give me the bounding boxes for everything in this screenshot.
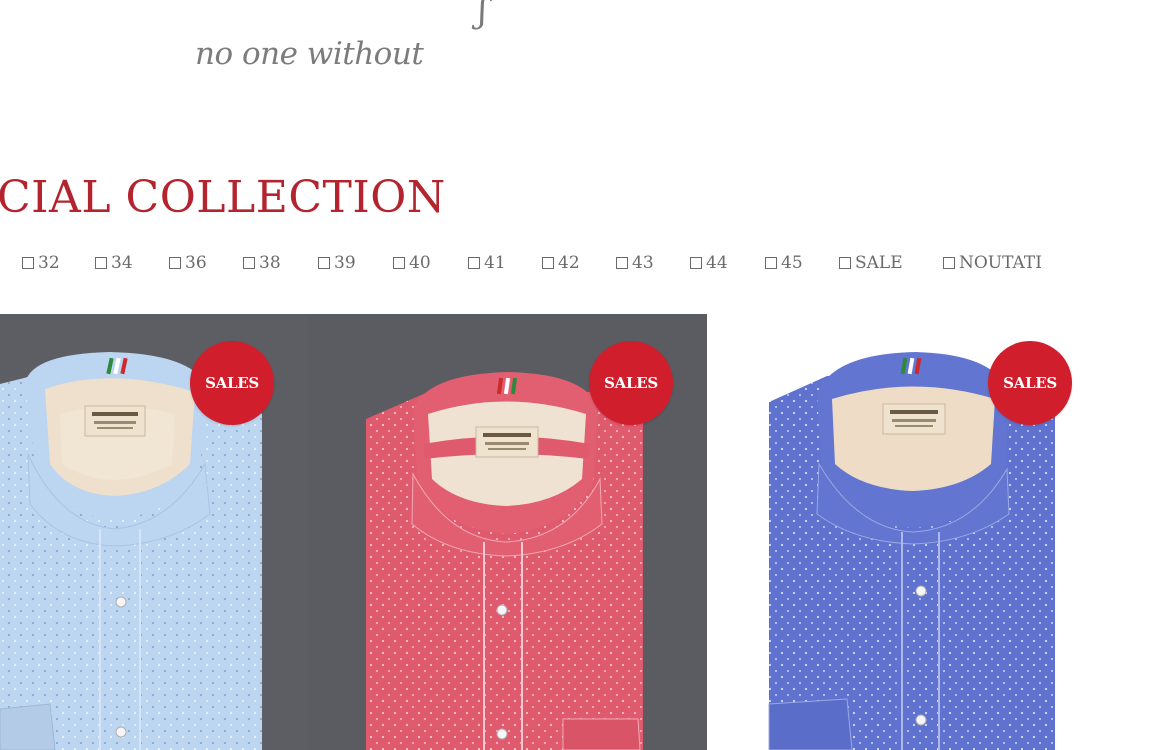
- checkbox[interactable]: [95, 257, 107, 269]
- filter-label: 43: [632, 253, 654, 273]
- sales-badge: SALES: [988, 341, 1072, 425]
- filter-label: 45: [781, 253, 803, 273]
- product-card[interactable]: SALES: [707, 314, 1162, 750]
- filter-label: NOUTATI: [959, 253, 1042, 273]
- checkbox[interactable]: [943, 257, 955, 269]
- collection-title: CIAL COLLECTION: [0, 172, 446, 223]
- product-image: [707, 314, 1162, 750]
- checkbox[interactable]: [468, 257, 480, 269]
- filter-label: 44: [706, 253, 728, 273]
- filter-label: 40: [409, 253, 431, 273]
- tagline: no one without: [195, 36, 424, 72]
- checkbox[interactable]: [243, 257, 255, 269]
- filter-36[interactable]: 36: [169, 251, 207, 275]
- product-grid: SALES SALES SALES: [0, 314, 1162, 750]
- sales-badge: SALES: [190, 341, 274, 425]
- filter-38[interactable]: 38: [243, 251, 281, 275]
- product-card[interactable]: SALES: [308, 314, 707, 750]
- sales-badge: SALES: [589, 341, 673, 425]
- filter-label: SALE: [855, 253, 903, 273]
- filter-label: 32: [38, 253, 60, 273]
- filter-label: 39: [334, 253, 356, 273]
- checkbox[interactable]: [690, 257, 702, 269]
- filter-41[interactable]: 41: [468, 251, 506, 275]
- checkbox[interactable]: [765, 257, 777, 269]
- product-card[interactable]: SALES: [0, 314, 308, 750]
- filter-label: 42: [558, 253, 580, 273]
- checkbox[interactable]: [318, 257, 330, 269]
- filter-40[interactable]: 40: [393, 251, 431, 275]
- filter-noutati[interactable]: NOUTATI: [943, 251, 1042, 275]
- filter-label: 38: [259, 253, 281, 273]
- filter-34[interactable]: 34: [95, 251, 133, 275]
- filter-label: 36: [185, 253, 207, 273]
- filter-32[interactable]: 32: [22, 251, 60, 275]
- filter-42[interactable]: 42: [542, 251, 580, 275]
- filter-39[interactable]: 39: [318, 251, 356, 275]
- checkbox[interactable]: [542, 257, 554, 269]
- filter-sale[interactable]: SALE: [839, 251, 903, 275]
- size-filter-bar: 32 34 36 38 39 40 41 42 43 44 45 SALE NO…: [0, 251, 1162, 277]
- checkbox[interactable]: [839, 257, 851, 269]
- filter-label: 41: [484, 253, 506, 273]
- checkbox[interactable]: [169, 257, 181, 269]
- checkbox[interactable]: [393, 257, 405, 269]
- filter-label: 34: [111, 253, 133, 273]
- filter-44[interactable]: 44: [690, 251, 728, 275]
- checkbox[interactable]: [616, 257, 628, 269]
- filter-43[interactable]: 43: [616, 251, 654, 275]
- filter-45[interactable]: 45: [765, 251, 803, 275]
- script-flourish: ʃ: [478, 0, 488, 31]
- checkbox[interactable]: [22, 257, 34, 269]
